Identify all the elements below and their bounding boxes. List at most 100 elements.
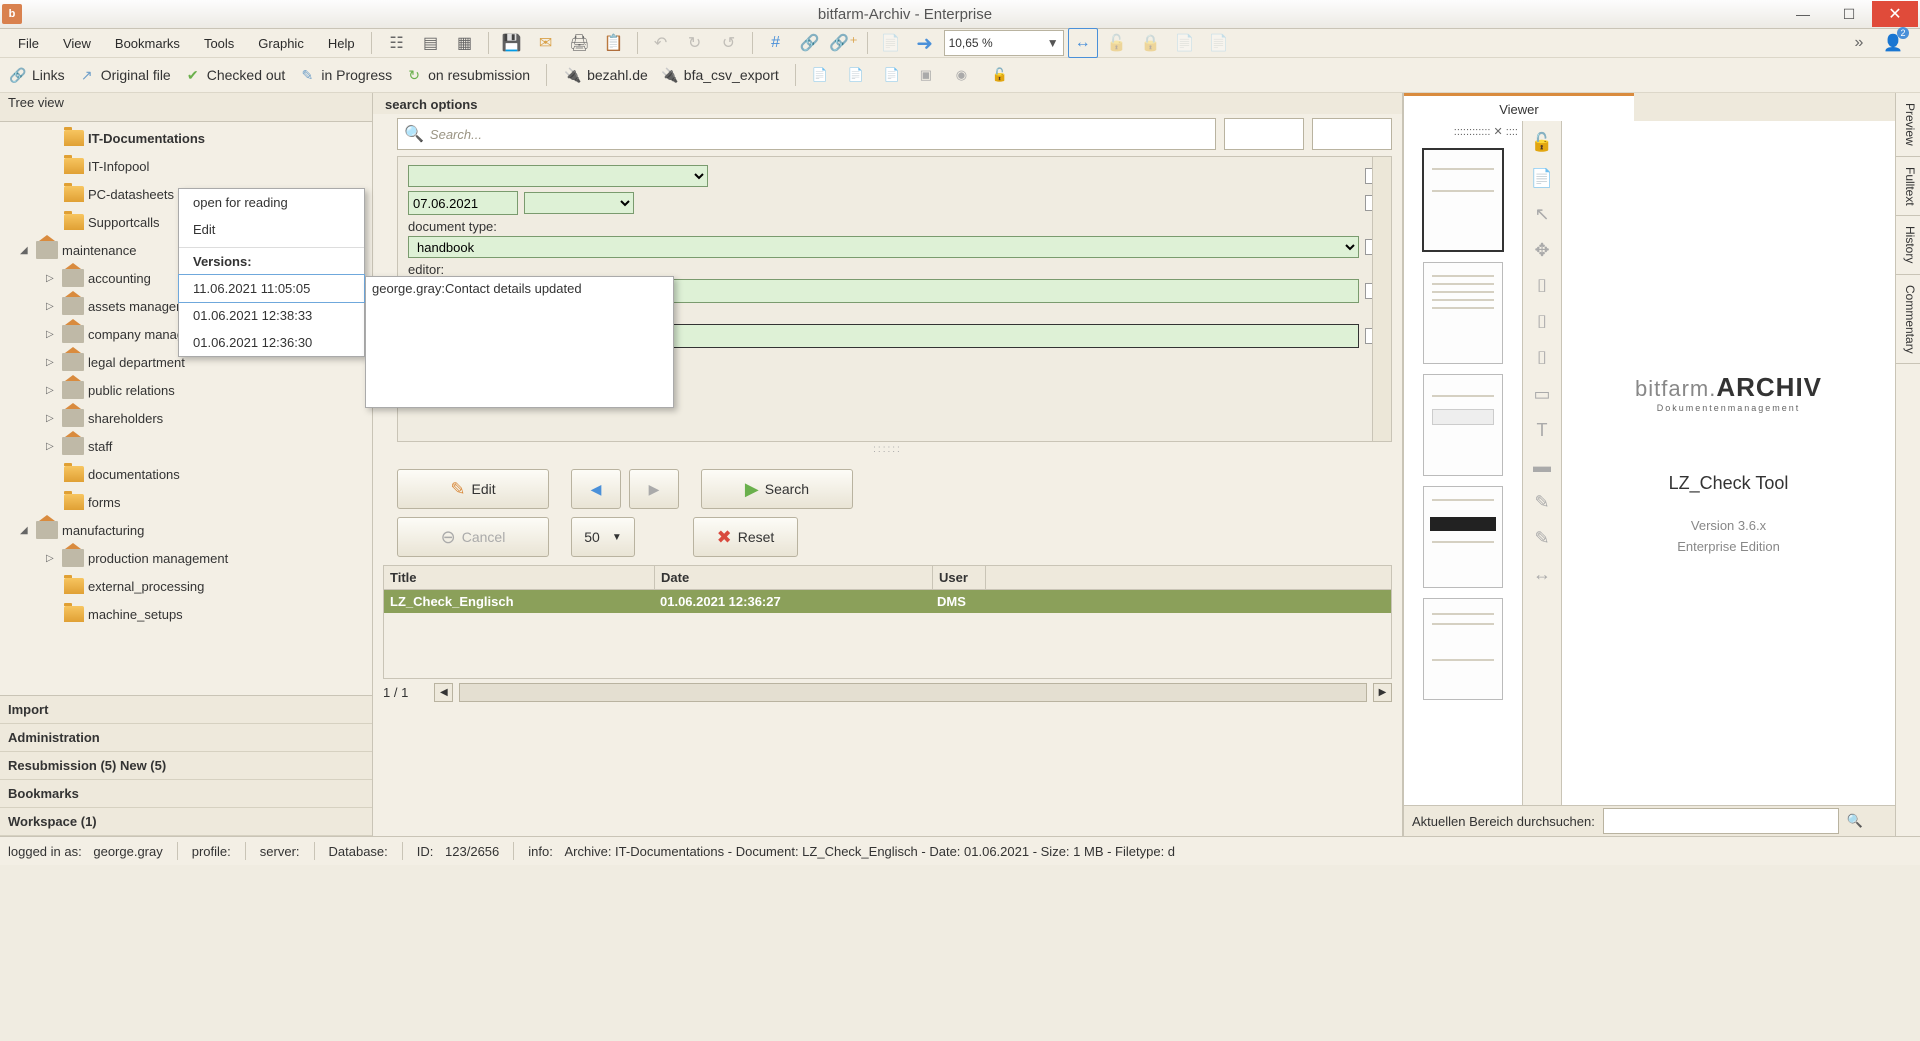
print-icon[interactable]: 🖨 <box>565 28 595 58</box>
pen2-icon[interactable]: ✎ <box>1529 525 1555 551</box>
mail-icon[interactable]: ✉ <box>531 28 561 58</box>
expand-icon[interactable]: ▷ <box>46 273 58 284</box>
tree-item[interactable]: external_processing <box>88 579 204 594</box>
scroll-right-button[interactable]: ▶ <box>1373 683 1392 702</box>
tab-fulltext[interactable]: Fulltext <box>1896 157 1920 217</box>
stamp2-icon[interactable]: ⌷ <box>1529 309 1555 335</box>
tree-item[interactable]: documentations <box>88 467 180 482</box>
tree-item[interactable]: shareholders <box>88 411 163 426</box>
tree-item[interactable]: production management <box>88 551 228 566</box>
tree-item[interactable]: forms <box>88 495 121 510</box>
page-thumbnail[interactable] <box>1423 598 1503 700</box>
tab-commentary[interactable]: Commentary <box>1896 275 1920 365</box>
tag-icon[interactable]: # <box>761 28 791 58</box>
expand-icon[interactable]: ▷ <box>46 413 58 424</box>
splitter-icon[interactable]: :::::: <box>373 444 1402 455</box>
expand-icon[interactable]: ▷ <box>46 357 58 368</box>
link-add-icon[interactable]: 🔗⁺ <box>829 28 859 58</box>
tree-item[interactable]: manufacturing <box>62 523 144 538</box>
prev-button[interactable]: ◀ <box>571 469 621 509</box>
section-bookmarks[interactable]: Bookmarks <box>0 780 372 808</box>
dropdown-field[interactable] <box>408 165 708 187</box>
close-button[interactable]: ✕ <box>1872 1 1918 27</box>
expand-icon[interactable]: ▷ <box>46 329 58 340</box>
doc-lock-icon[interactable]: 📄 <box>1529 165 1555 191</box>
pointer-icon[interactable]: ↖ <box>1529 201 1555 227</box>
filter-in-progress[interactable]: ✎in Progress <box>297 65 392 85</box>
page-thumbnail[interactable] <box>1423 262 1503 364</box>
link-bfa-export[interactable]: 🔌bfa_csv_export <box>660 65 779 85</box>
search-extra-1[interactable] <box>1224 118 1304 150</box>
page-thumbnail[interactable] <box>1423 374 1503 476</box>
stamp3-icon[interactable]: ⌷ <box>1529 345 1555 371</box>
filter-on-resubmission[interactable]: ↻on resubmission <box>404 65 530 85</box>
lock-open-icon[interactable]: 🔓 <box>1529 129 1555 155</box>
ctx-version-2[interactable]: 01.06.2021 12:38:33 <box>179 302 364 329</box>
tree-item[interactable]: IT-Infopool <box>88 159 149 174</box>
clipboard-icon[interactable]: 📋 <box>599 28 629 58</box>
expand-icon[interactable]: ▷ <box>46 553 58 564</box>
overflow-icon[interactable]: » <box>1844 28 1874 58</box>
menu-bookmarks[interactable]: Bookmarks <box>103 32 192 55</box>
date-to-select[interactable] <box>524 192 634 214</box>
document-type-select[interactable]: handbook <box>408 236 1359 258</box>
cancel-button[interactable]: ⊖Cancel <box>397 517 549 557</box>
tree-item[interactable]: accounting <box>88 271 151 286</box>
view-list-icon[interactable]: ▤ <box>416 28 446 58</box>
tree-item[interactable]: PC-datasheets <box>88 187 174 202</box>
col-title[interactable]: Title <box>384 566 655 589</box>
menu-help[interactable]: Help <box>316 32 367 55</box>
text-icon[interactable]: T <box>1529 417 1555 443</box>
pen-icon[interactable]: ✎ <box>1529 489 1555 515</box>
section-workspace[interactable]: Workspace (1) <box>0 808 372 836</box>
search-button[interactable]: ▶Search <box>701 469 853 509</box>
section-resubmission[interactable]: Resubmission (5) New (5) <box>0 752 372 780</box>
tree-item[interactable]: staff <box>88 439 112 454</box>
view-tree-icon[interactable]: ☷ <box>382 28 412 58</box>
minimize-button[interactable]: — <box>1780 1 1826 27</box>
expand-icon[interactable]: ▷ <box>46 385 58 396</box>
menu-view[interactable]: View <box>51 32 103 55</box>
highlight-icon[interactable]: ▬ <box>1529 453 1555 479</box>
view-grid-icon[interactable]: ▦ <box>450 28 480 58</box>
tab-viewer[interactable]: Viewer <box>1404 93 1634 122</box>
menu-file[interactable]: File <box>6 32 51 55</box>
ctx-version-3[interactable]: 01.06.2021 12:36:30 <box>179 329 364 356</box>
link-icon[interactable]: 🔗 <box>795 28 825 58</box>
save-icon[interactable]: 💾 <box>497 28 527 58</box>
document-view[interactable]: bitfarm.ARCHIV Dokumentenmanagement LZ_C… <box>1562 121 1895 805</box>
section-import[interactable]: Import <box>0 696 372 724</box>
tree-item[interactable]: legal department <box>88 355 185 370</box>
collapse-icon[interactable]: ◢ <box>20 245 32 256</box>
tree-item[interactable]: public relations <box>88 383 175 398</box>
user-badge-icon[interactable]: 👤2 <box>1878 28 1908 58</box>
rect-icon[interactable]: ▭ <box>1529 381 1555 407</box>
tree-item[interactable]: machine_setups <box>88 607 183 622</box>
next-button[interactable]: ▶ <box>629 469 679 509</box>
collapse-icon[interactable]: ◢ <box>20 525 32 536</box>
reset-button[interactable]: ✖Reset <box>693 517 798 557</box>
search-go-icon[interactable]: 🔍 <box>1847 813 1863 829</box>
menu-graphic[interactable]: Graphic <box>246 32 316 55</box>
go-icon[interactable]: ➜ <box>910 28 940 58</box>
expand-icon[interactable]: ▷ <box>46 441 58 452</box>
chevron-down-icon[interactable]: ▼ <box>1047 36 1059 50</box>
viewer-search-input[interactable] <box>1603 808 1839 834</box>
fit-icon[interactable]: ↔ <box>1529 561 1555 587</box>
tree-item[interactable]: IT-Documentations <box>88 131 205 146</box>
thumbnail-strip[interactable]: :::::::::::: ✕ :::: <box>1404 121 1523 805</box>
tab-preview[interactable]: Preview <box>1896 93 1920 157</box>
filter-original-file[interactable]: ↗Original file <box>77 65 171 85</box>
page-thumbnail[interactable] <box>1422 148 1504 252</box>
menu-tools[interactable]: Tools <box>192 32 246 55</box>
result-row[interactable]: LZ_Check_Englisch 01.06.2021 12:36:27 DM… <box>384 590 1391 613</box>
edit-button[interactable]: ✎Edit <box>397 469 549 509</box>
tree-item[interactable]: Supportcalls <box>88 215 160 230</box>
filter-checked-out[interactable]: ✔Checked out <box>183 65 286 85</box>
scroll-left-button[interactable]: ◀ <box>434 683 453 702</box>
expand-icon[interactable]: ▷ <box>46 301 58 312</box>
fit-width-icon[interactable]: ↔ <box>1068 28 1098 58</box>
col-user[interactable]: User <box>933 566 986 589</box>
zoom-input[interactable]: 10,65 % ▼ <box>944 30 1064 56</box>
result-count-select[interactable]: 50▼ <box>571 517 635 557</box>
